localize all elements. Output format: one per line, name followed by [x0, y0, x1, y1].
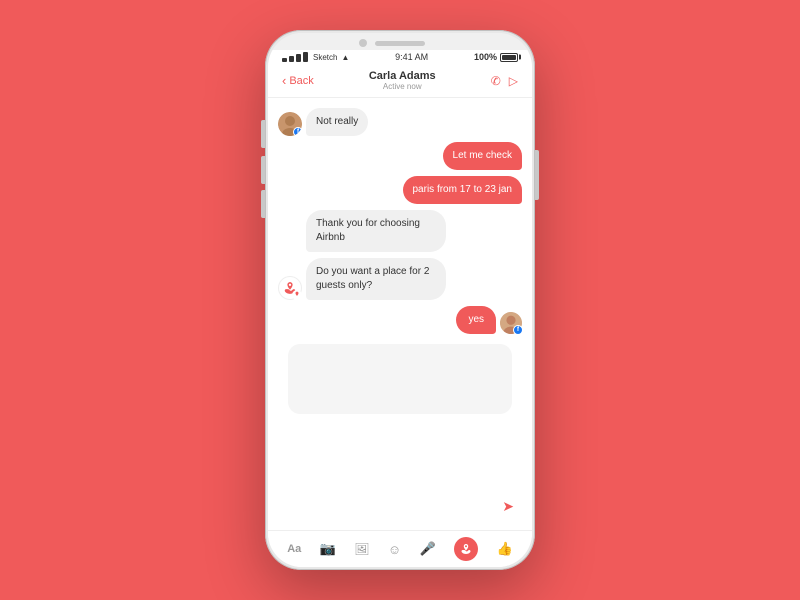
- battery-icon: [500, 53, 518, 62]
- status-right: 100%: [474, 52, 518, 62]
- contact-status: Active now: [369, 82, 436, 91]
- airbnb-button[interactable]: [454, 537, 478, 561]
- contact-name: Carla Adams: [369, 70, 436, 82]
- message-text: yes: [468, 314, 484, 325]
- facebook-badge: f: [293, 127, 302, 136]
- avatar: f: [278, 112, 302, 136]
- chevron-left-icon: ‹: [282, 73, 286, 88]
- video-icon[interactable]: ▷: [509, 74, 518, 88]
- like-icon[interactable]: 👍: [497, 541, 513, 557]
- message-text: Do you want a place for 2 guests only?: [316, 266, 429, 291]
- status-left: Sketch ▲: [282, 52, 349, 62]
- back-label[interactable]: Back: [289, 75, 313, 87]
- facebook-icon: f: [517, 327, 519, 333]
- battery-percent: 100%: [474, 52, 497, 62]
- nav-center: Carla Adams Active now: [369, 70, 436, 91]
- emoji-icon[interactable]: ☺: [388, 542, 401, 557]
- message-text: Not really: [316, 116, 358, 127]
- back-button[interactable]: ‹ Back: [282, 73, 314, 88]
- phone-screen: Sketch ▲ 9:41 AM 100% ‹ Back Carla Adams…: [268, 33, 532, 567]
- message-bubble: paris from 17 to 23 jan: [403, 176, 523, 204]
- signal-icon: [282, 52, 308, 62]
- mic-icon[interactable]: 🎤: [420, 541, 436, 557]
- airbnb-avatar: [278, 276, 302, 300]
- chat-body: f Not really Let me check par: [268, 98, 532, 567]
- carrier-label: Sketch: [313, 53, 337, 62]
- message-bubble: yes: [456, 306, 496, 334]
- message-text: Thank you for choosing Airbnb: [316, 218, 420, 243]
- status-bar: Sketch ▲ 9:41 AM 100%: [268, 50, 532, 64]
- nav-actions: ✆ ▷: [491, 74, 518, 88]
- phone-frame: Sketch ▲ 9:41 AM 100% ‹ Back Carla Adams…: [265, 30, 535, 570]
- phone-top-bar: [268, 33, 532, 50]
- message-bubble: Do you want a place for 2 guests only?: [306, 258, 446, 300]
- gallery-icon[interactable]: 🖼: [354, 542, 369, 556]
- message-bubble: Thank you for choosing Airbnb: [306, 210, 446, 252]
- airbnb-badge: [292, 290, 302, 300]
- message-row: Do you want a place for 2 guests only?: [278, 258, 522, 300]
- bottom-toolbar: Aa 📷 🖼 ☺ 🎤 👍: [268, 530, 532, 567]
- status-time: 9:41 AM: [395, 52, 428, 62]
- text-input-icon[interactable]: Aa: [287, 543, 301, 555]
- wifi-icon: ▲: [341, 53, 349, 62]
- facebook-badge-sent: f: [513, 325, 523, 335]
- chat-area: f Not really Let me check par: [268, 98, 532, 530]
- message-row: Let me check: [278, 142, 522, 170]
- message-bubble: Let me check: [443, 142, 522, 170]
- nav-bar: ‹ Back Carla Adams Active now ✆ ▷: [268, 64, 532, 98]
- message-row: paris from 17 to 23 jan: [278, 176, 522, 204]
- facebook-icon: f: [297, 129, 299, 135]
- send-button[interactable]: ➤: [502, 498, 514, 515]
- message-text: Let me check: [453, 150, 512, 161]
- battery-fill: [502, 55, 516, 60]
- message-row: Thank you for choosing Airbnb: [278, 210, 522, 252]
- input-card[interactable]: [288, 344, 512, 414]
- speaker: [375, 41, 425, 46]
- message-row: f Not really: [278, 108, 522, 136]
- message-text: paris from 17 to 23 jan: [413, 184, 513, 195]
- message-bubble: Not really: [306, 108, 368, 136]
- camera-icon[interactable]: 📷: [320, 541, 336, 557]
- phone-icon[interactable]: ✆: [491, 74, 501, 88]
- message-row: yes f: [278, 306, 522, 334]
- sender-avatar: f: [500, 312, 522, 334]
